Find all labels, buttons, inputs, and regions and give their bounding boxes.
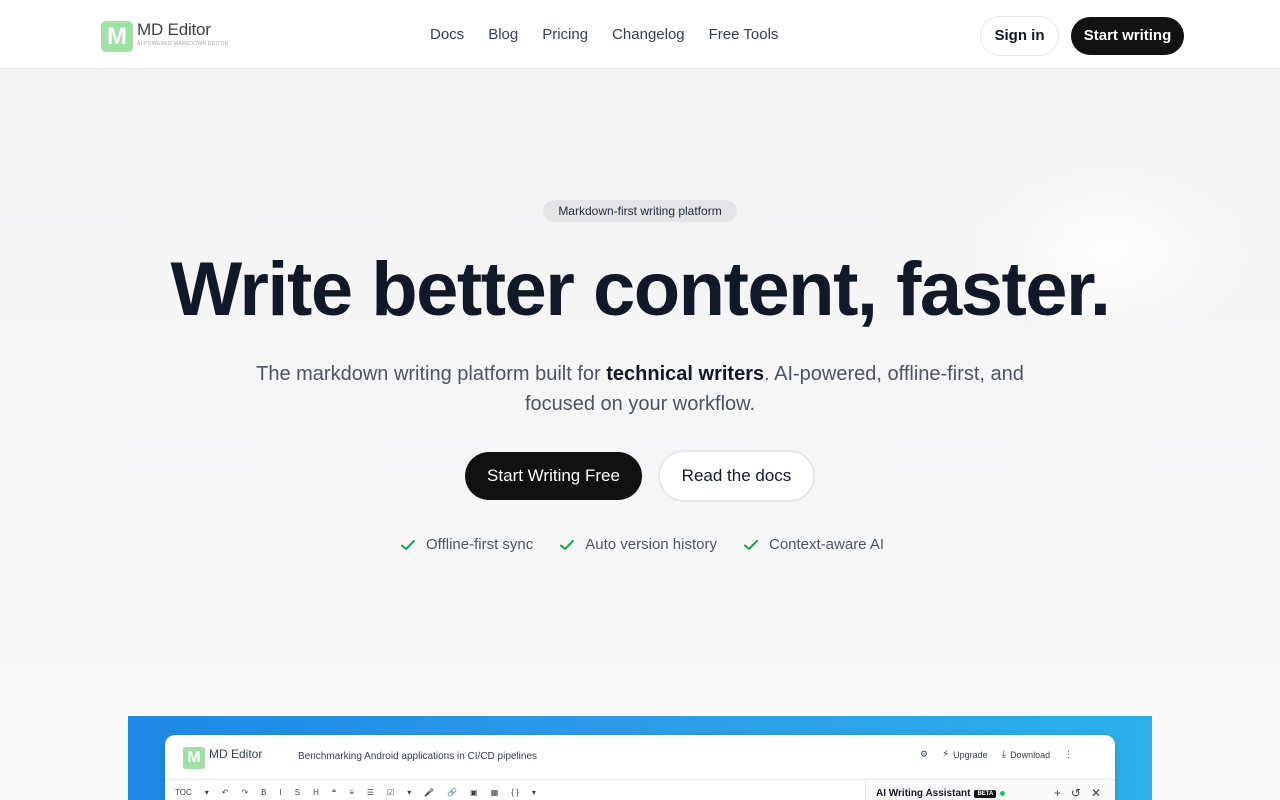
toolbar-item: TOC (175, 788, 192, 797)
start-writing-button[interactable]: Start writing (1071, 17, 1184, 55)
nav-docs[interactable]: Docs (430, 26, 464, 44)
logo[interactable]: M MD Editor AI POWERED MARKDOWN EDITOR (101, 21, 229, 52)
toolbar-item: ❝ (331, 788, 337, 797)
status-dot (1000, 791, 1006, 796)
feature-label: Offline-first sync (426, 536, 534, 553)
hero-pill-badge: Markdown-first writing platform (543, 200, 737, 222)
toolbar-item: ☑ (387, 788, 395, 797)
subheading-start: The markdown writing platform built for (256, 363, 607, 385)
assistant-title-label: AI Writing Assistant (876, 788, 971, 799)
bolt-icon: ⚡ (942, 749, 950, 760)
plus-icon: + (1053, 786, 1061, 800)
toolbar-item: B (261, 788, 267, 797)
toolbar-item: ≡ (349, 788, 354, 797)
document-title: Benchmarking Android applications in CI/… (298, 751, 538, 762)
preview-logo-mark: M (183, 747, 205, 769)
toolbar-item: 🔗 (447, 788, 458, 797)
sign-in-button[interactable]: Sign in (980, 16, 1059, 56)
toolbar-item: ▾ (531, 788, 536, 797)
editor-window-preview: M MD Editor Benchmarking Android applica… (165, 735, 1115, 800)
download-icon: ⤓ (1001, 749, 1007, 760)
toolbar-item: H (313, 788, 319, 797)
hero-subheading: The markdown writing platform built for … (240, 359, 1040, 419)
check-icon (401, 540, 415, 550)
history-icon: ↺ (1070, 786, 1081, 800)
upgrade-action: ⚡ Upgrade (942, 749, 988, 760)
check-icon (560, 540, 575, 550)
toolbar-item: ▣ (470, 788, 478, 797)
feature-item: Auto version history (559, 535, 717, 555)
check-icon (743, 540, 758, 550)
nav-free-tools[interactable]: Free Tools (709, 26, 779, 44)
toolbar-item: ↷ (241, 788, 249, 797)
nav-pricing[interactable]: Pricing (542, 26, 588, 44)
assistant-tools: + ↺ ✕ (1044, 786, 1101, 800)
preview-logo-name: MD Editor (209, 747, 263, 761)
main-nav: Docs Blog Pricing Changelog Free Tools (430, 26, 802, 44)
feature-label: Context-aware AI (768, 536, 885, 553)
ai-assistant-panel: AI Writing Assistant BETA + ↺ ✕ (865, 780, 1115, 800)
toolbar-item: I (279, 788, 282, 797)
download-label: Download (1010, 749, 1051, 760)
toolbar-item: S (294, 788, 301, 797)
nav-blog[interactable]: Blog (488, 26, 518, 44)
hero-section (0, 69, 1280, 800)
app-preview: M MD Editor Benchmarking Android applica… (128, 716, 1152, 800)
subheading-highlight: technical writers (606, 363, 765, 385)
start-writing-free-button[interactable]: Start Writing Free (465, 452, 642, 500)
toolbar-item: ☰ (366, 788, 375, 797)
feature-list: Offline-first sync Auto version history … (400, 535, 910, 555)
toolbar-item: { } (511, 788, 519, 797)
site-header: M MD Editor AI POWERED MARKDOWN EDITOR D… (0, 0, 1280, 69)
logo-name: MD Editor (137, 20, 211, 39)
feature-label: Auto version history (585, 536, 717, 553)
download-action: ⤓ Download (1002, 749, 1050, 760)
close-icon: ✕ (1090, 786, 1101, 800)
nav-changelog[interactable]: Changelog (612, 26, 685, 44)
feature-item: Offline-first sync (400, 535, 533, 555)
preview-logo: M MD Editor (183, 747, 262, 769)
read-docs-button[interactable]: Read the docs (658, 450, 815, 502)
toolbar-item: ↶ (221, 788, 229, 797)
logo-mark: M (101, 21, 133, 52)
toolbar-item: ▾ (204, 788, 209, 797)
beta-badge: BETA (974, 789, 997, 798)
assistant-title: AI Writing Assistant BETA (876, 788, 1006, 799)
more-icon: ⋮ (1064, 749, 1074, 759)
logo-tagline: AI POWERED MARKDOWN EDITOR (137, 41, 229, 47)
toolbar-item: ▦ (490, 788, 499, 797)
logo-text: MD Editor AI POWERED MARKDOWN EDITOR (137, 20, 229, 48)
toolbar-item: ▾ (407, 788, 412, 797)
toolbar-item: 🎤 (424, 788, 435, 797)
upgrade-label: Upgrade (953, 749, 988, 760)
hero-headline: Write better content, faster. (170, 247, 1111, 332)
preview-actions: ⚙ ⚡ Upgrade ⤓ Download ⋮ (920, 749, 1087, 760)
assistant-bot-icon: ⚙ (920, 749, 929, 759)
feature-item: Context-aware AI (743, 535, 884, 555)
preview-toolbar: TOC ▾ ↶ ↷ B I S H ❝ ≡ ☰ ☑ ▾ 🎤 🔗 ▣ ▦ { } … (175, 788, 549, 797)
